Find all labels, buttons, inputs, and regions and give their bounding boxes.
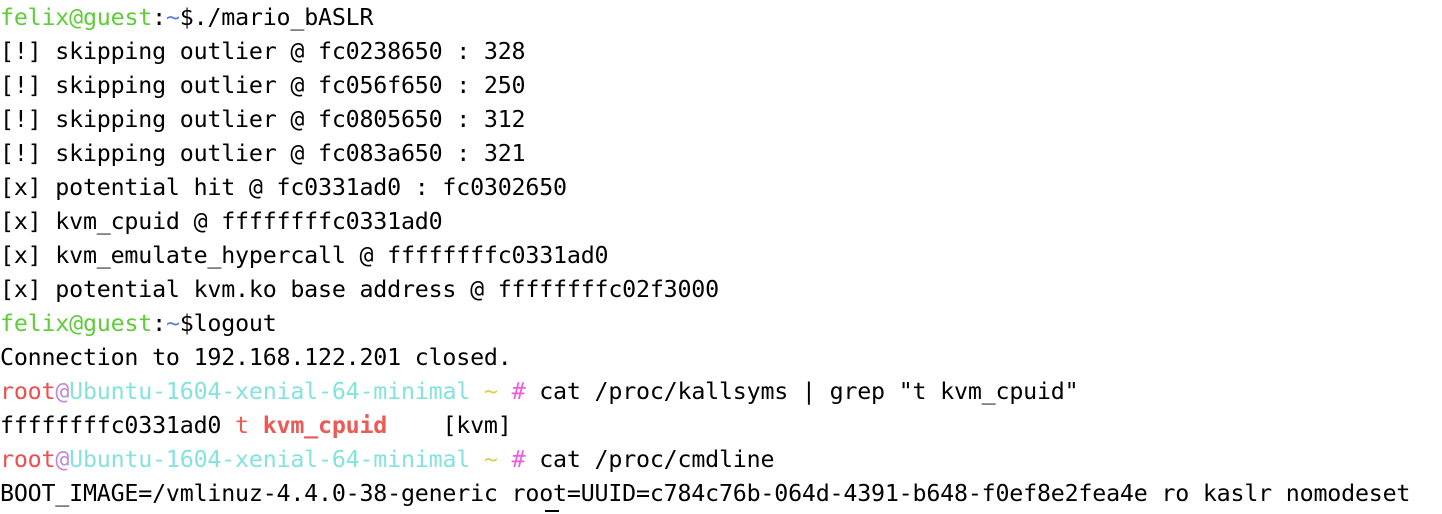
prompt-at: @ xyxy=(69,310,83,337)
prompt-dollar: $ xyxy=(179,310,194,337)
terminal-output-line: ffffffffc0331ad0 t kvm_cpuid [kvm] xyxy=(0,409,1442,443)
terminal-window[interactable]: felix@guest:~$./mario_bASLR [!] skipping… xyxy=(0,0,1442,514)
terminal-output-line: [x] kvm_emulate_hypercall @ ffffffffc033… xyxy=(0,242,609,269)
command-text: cat /proc/kallsyms | grep "t kvm_cpuid" xyxy=(539,378,1079,405)
prompt-user: felix xyxy=(0,310,70,337)
prompt-dollar: $ xyxy=(179,4,194,31)
terminal-line-prompt: felix@guest:~$logout xyxy=(0,307,1442,341)
command-text: logout xyxy=(193,310,277,337)
prompt-colon: : xyxy=(152,4,166,31)
prompt-hash: # xyxy=(511,378,526,405)
prompt-tilde: ~ xyxy=(483,378,498,405)
terminal-output-line: [!] skipping outlier @ fc0805650 : 312 xyxy=(0,106,526,133)
terminal-output-line: BOOT_IMAGE=/vmlinuz-4.4.0-38-generic roo… xyxy=(0,480,1411,507)
terminal-output-line: [x] kvm_cpuid @ ffffffffc0331ad0 xyxy=(0,208,443,235)
terminal-line-prompt: root@Ubuntu-1604-xenial-64-minimal ~ # c… xyxy=(0,443,1442,477)
symbol-type: t xyxy=(235,412,249,439)
terminal-output-line: [!] skipping outlier @ fc0238650 : 328 xyxy=(0,38,526,65)
text-cursor xyxy=(545,510,559,512)
prompt-at: @ xyxy=(55,378,70,405)
prompt-tilde: ~ xyxy=(483,446,498,473)
symbol-module: [kvm] xyxy=(442,412,512,439)
symbol-address: ffffffffc0331ad0 xyxy=(0,412,222,439)
terminal-output-line: [!] skipping outlier @ fc056f650 : 250 xyxy=(0,72,526,99)
command-text: cat /proc/cmdline xyxy=(539,446,775,473)
prompt-user: felix xyxy=(0,4,70,31)
prompt-host: Ubuntu-1604-xenial-64-minimal xyxy=(69,378,471,405)
prompt-user: root xyxy=(0,378,56,405)
prompt-colon: : xyxy=(152,310,166,337)
prompt-tilde: ~ xyxy=(165,4,180,31)
prompt-user: root xyxy=(0,446,56,473)
terminal-output-line: Connection to 192.168.122.201 closed. xyxy=(0,344,512,371)
command-text: ./mario_bASLR xyxy=(193,4,374,31)
prompt-host: Ubuntu-1604-xenial-64-minimal xyxy=(69,446,471,473)
terminal-line-prompt: felix@guest:~$./mario_bASLR xyxy=(0,1,1442,35)
terminal-output-line: [!] skipping outlier @ fc083a650 : 321 xyxy=(0,140,526,167)
symbol-name: kvm_cpuid xyxy=(262,412,388,439)
prompt-host: guest xyxy=(82,310,153,337)
terminal-output-line: [x] potential hit @ fc0331ad0 : fc030265… xyxy=(0,174,567,201)
terminal-output-line: [x] potential kvm.ko base address @ ffff… xyxy=(0,276,719,303)
prompt-at: @ xyxy=(69,4,83,31)
prompt-at: @ xyxy=(55,446,70,473)
terminal-line-prompt: root@Ubuntu-1604-xenial-64-minimal ~ # c… xyxy=(0,375,1442,409)
prompt-hash: # xyxy=(511,446,526,473)
prompt-tilde: ~ xyxy=(165,310,180,337)
prompt-host: guest xyxy=(82,4,153,31)
